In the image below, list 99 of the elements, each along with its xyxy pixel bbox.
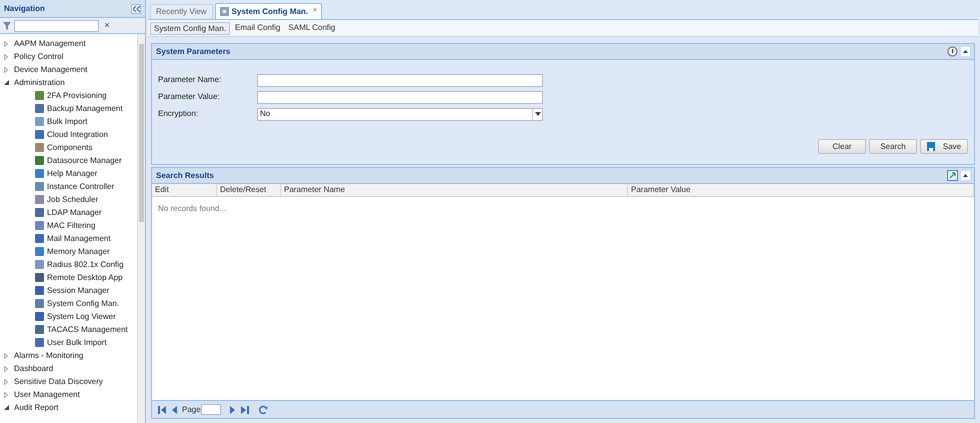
tile-icon <box>35 312 44 321</box>
floppy-icon <box>926 142 935 151</box>
expanded-arrow-icon[interactable] <box>4 405 9 410</box>
empty-message: No records found... <box>157 203 228 215</box>
tree-item[interactable]: Device Management <box>14 64 88 76</box>
column-header[interactable]: Delete/Reset <box>217 184 281 196</box>
tile-icon <box>35 208 44 217</box>
tree-item[interactable]: Job Scheduler <box>47 194 98 206</box>
tile-icon <box>35 286 44 295</box>
column-header[interactable]: Parameter Value <box>628 184 974 196</box>
collapsed-arrow-icon[interactable] <box>4 378 8 384</box>
tree-item[interactable]: Bulk Import <box>47 116 88 128</box>
next-page-icon[interactable] <box>230 406 236 414</box>
expanded-arrow-icon[interactable] <box>4 80 9 85</box>
tree-item[interactable]: 2FA Provisioning <box>47 90 107 102</box>
refresh-icon[interactable] <box>258 404 268 414</box>
tree-item[interactable]: Help Manager <box>47 168 98 180</box>
tree-item[interactable]: AAPM Management <box>14 38 86 50</box>
tree-item[interactable]: Alarms - Monitoring <box>14 350 84 362</box>
panel-title: Navigation <box>4 2 45 14</box>
tile-icon <box>35 299 44 308</box>
tile-icon <box>35 143 44 152</box>
tile-icon <box>35 104 44 113</box>
subtab[interactable]: SAML Config <box>285 22 338 34</box>
tile-icon <box>35 117 44 126</box>
tree-item[interactable]: Memory Manager <box>47 246 110 258</box>
tree-item[interactable]: Policy Control <box>14 50 64 62</box>
page-field[interactable] <box>200 404 221 415</box>
clear-button[interactable]: × <box>101 20 113 32</box>
tree-item[interactable]: Mail Management <box>47 232 111 244</box>
panel-title: System Parameters <box>156 46 230 58</box>
tree-item[interactable]: TACACS Management <box>47 324 128 336</box>
select-field[interactable]: No <box>257 108 543 120</box>
collapsed-arrow-icon[interactable] <box>4 66 8 72</box>
tile-icon <box>35 273 44 282</box>
page-label: Page <box>182 404 201 416</box>
collapse-button[interactable] <box>131 4 141 14</box>
dropdown-arrow-icon[interactable] <box>534 112 540 116</box>
info-icon[interactable] <box>947 46 958 57</box>
previous-page-icon[interactable] <box>171 406 177 414</box>
collapsed-arrow-icon[interactable] <box>4 392 8 398</box>
filter-icon[interactable] <box>2 20 12 30</box>
tree-item[interactable]: Administration <box>14 76 65 88</box>
tree-item[interactable]: Session Manager <box>47 284 110 296</box>
tree-item[interactable]: Audit Report <box>14 402 58 414</box>
tile-icon <box>35 260 44 269</box>
collapsed-arrow-icon[interactable] <box>4 352 8 358</box>
input-field[interactable] <box>257 74 543 86</box>
tree-item[interactable]: System Config Man. <box>47 298 120 310</box>
collapsed-arrow-icon[interactable] <box>4 54 8 60</box>
tree-item[interactable]: User Management <box>14 388 80 400</box>
first-page-icon[interactable] <box>158 406 166 414</box>
tree-item[interactable]: Components <box>47 142 92 154</box>
tree-item[interactable]: MAC Filtering <box>47 220 96 232</box>
subtab[interactable]: System Config Man. <box>150 22 230 34</box>
field-label: Encryption: <box>158 108 200 120</box>
tile-icon <box>35 156 44 165</box>
column-header[interactable]: Parameter Name <box>281 184 628 196</box>
tile-icon <box>35 234 44 243</box>
field-label: Parameter Name: <box>158 74 222 86</box>
panel-title: Search Results <box>156 170 214 182</box>
tree-item[interactable]: Datasource Manager <box>47 154 122 166</box>
column-header[interactable]: Edit <box>152 184 217 196</box>
tree-item[interactable]: Instance Controller <box>47 180 114 192</box>
tree-item[interactable]: Radius 802.1x Config <box>47 258 124 270</box>
tree-item[interactable]: User Bulk Import <box>47 336 107 348</box>
tree-item[interactable]: LDAP Manager <box>47 206 102 218</box>
tile-icon <box>35 169 44 178</box>
collapsed-arrow-icon[interactable] <box>4 40 8 46</box>
tile-icon <box>35 247 44 256</box>
filter-field[interactable] <box>14 20 99 32</box>
tree-item[interactable]: System Log Viewer <box>47 310 116 322</box>
collapsed-arrow-icon[interactable] <box>4 366 8 372</box>
action-button[interactable]: Search <box>869 139 917 154</box>
tile-icon <box>35 130 44 139</box>
gear-icon <box>220 7 229 16</box>
collapse-icon[interactable] <box>961 47 970 56</box>
tree-item[interactable]: Dashboard <box>14 362 54 374</box>
tree-item[interactable]: Remote Desktop App <box>47 272 123 284</box>
action-button[interactable]: Clear <box>818 139 866 154</box>
export-icon[interactable] <box>947 170 958 181</box>
tile-icon <box>35 221 44 230</box>
tile-icon <box>35 325 44 334</box>
tree-item[interactable]: Backup Management <box>47 102 123 114</box>
tile-icon <box>35 195 44 204</box>
action-button[interactable]: Save <box>920 139 968 154</box>
tab[interactable]: Recently View <box>150 4 213 19</box>
tile-icon <box>35 182 44 191</box>
subtab[interactable]: Email Config <box>232 22 284 34</box>
tile-icon <box>35 91 44 100</box>
scrollbar[interactable] <box>137 34 145 423</box>
tile-icon <box>35 338 44 347</box>
double-chevron-icon <box>132 6 140 12</box>
tree-item[interactable]: Cloud Integration <box>47 128 108 140</box>
collapse-icon[interactable] <box>961 171 970 180</box>
input-field[interactable] <box>257 90 543 104</box>
field-label: Parameter Value: <box>158 91 221 103</box>
last-page-icon[interactable] <box>240 406 249 414</box>
tree-item[interactable]: Sensitive Data Discovery <box>14 376 103 388</box>
